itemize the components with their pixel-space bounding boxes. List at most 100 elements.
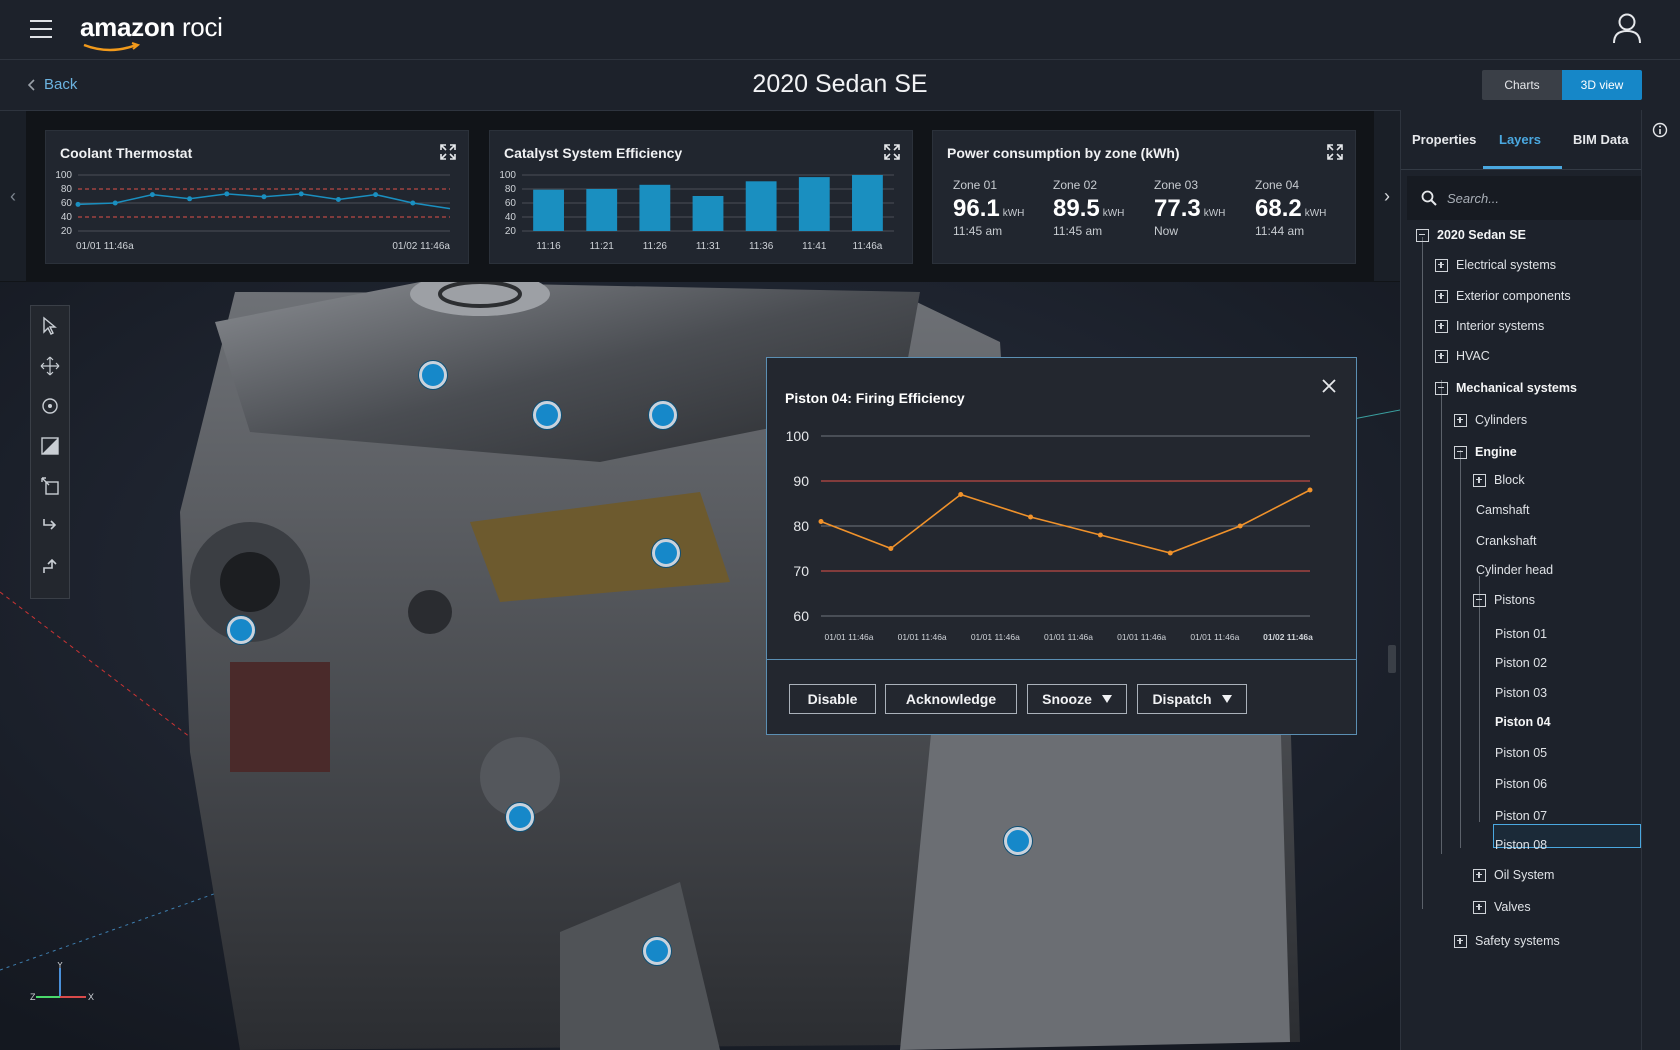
expand-icon[interactable] [440, 144, 456, 160]
tree-node-pistons[interactable]: Pistons [1473, 593, 1535, 607]
hotspot-marker[interactable] [419, 361, 447, 389]
data-point [958, 492, 964, 497]
zone-label: Zone 01 [953, 178, 998, 192]
pan-tool[interactable] [31, 346, 69, 386]
tree-node-exterior[interactable]: Exterior components [1435, 289, 1571, 303]
y-tick-label: 60 [793, 608, 809, 624]
x-tick-label: 11:31 [696, 241, 721, 252]
zone-time: Now [1154, 224, 1179, 238]
info-icon[interactable] [1652, 122, 1668, 138]
tree-label: Safety systems [1475, 934, 1560, 948]
popup-title: Piston 04: Firing Efficiency [785, 390, 965, 406]
tab-layers[interactable]: Layers [1499, 132, 1541, 147]
hotspot-marker[interactable] [643, 937, 671, 965]
hotspot-piston-04[interactable] [652, 539, 680, 567]
layer-search[interactable]: Search... [1407, 176, 1642, 220]
tree-node-mechanical[interactable]: Mechanical systems [1435, 381, 1577, 395]
tree-node-oil-system[interactable]: Oil System [1473, 868, 1554, 882]
tree-node-safety[interactable]: Safety systems [1454, 934, 1560, 948]
tree-label: Piston 07 [1495, 809, 1548, 823]
scale-tool[interactable] [31, 466, 69, 506]
expand-icon[interactable] [1327, 144, 1343, 160]
tree-node-piston-05[interactable]: Piston 05 [1495, 746, 1547, 760]
data-point [187, 196, 193, 202]
bar [852, 175, 883, 231]
tree-label: Piston 03 [1495, 686, 1548, 700]
strip-prev-button[interactable]: ‹ [0, 111, 26, 281]
tree-node-engine[interactable]: Engine [1454, 445, 1517, 459]
view-toggle: Charts 3D view [1482, 70, 1642, 100]
app-logo[interactable]: amazon roci [80, 12, 223, 52]
tree-node-cylinder-head[interactable]: Cylinder head [1476, 563, 1553, 577]
caret-down-icon [1221, 695, 1232, 703]
data-point [112, 200, 118, 206]
zoom-fit-tool[interactable] [31, 426, 69, 466]
hotspot-marker[interactable] [1004, 827, 1032, 855]
hotspot-marker[interactable] [649, 401, 677, 429]
expand-icon [1435, 289, 1448, 303]
collapse-icon [1435, 381, 1448, 395]
step-up-tool[interactable] [31, 546, 69, 586]
tree-label: Block [1494, 473, 1525, 487]
expand-icon [1454, 413, 1467, 427]
tree-node-block[interactable]: Block [1473, 473, 1525, 487]
tree-label: Crankshaft [1476, 534, 1537, 548]
tree-node-crankshaft[interactable]: Crankshaft [1476, 534, 1536, 548]
user-icon[interactable] [1612, 12, 1642, 49]
charts-view-button[interactable]: Charts [1482, 70, 1562, 100]
snooze-dropdown[interactable]: Snooze [1027, 684, 1127, 714]
expand-icon[interactable] [884, 144, 900, 160]
zone-label: Zone 02 [1053, 178, 1098, 192]
expand-icon [1454, 934, 1467, 948]
data-point [224, 191, 230, 197]
strip-next-button[interactable]: › [1374, 111, 1400, 281]
tree-node-piston-04[interactable]: Piston 04 [1495, 715, 1551, 729]
tree-guide [1441, 380, 1442, 854]
zone-value: 68.2 [1255, 195, 1302, 222]
tree-node-interior[interactable]: Interior systems [1435, 319, 1544, 333]
tree-node-cylinders[interactable]: Cylinders [1454, 413, 1527, 427]
expand-icon [1435, 319, 1448, 333]
x-tick-label: 01/01 11:46a [76, 241, 134, 252]
x-tick-label: 01/02 11:46a [1263, 632, 1313, 642]
page-header: Back 2020 Sedan SE Charts 3D view [0, 60, 1680, 110]
tree-label: Engine [1475, 445, 1517, 459]
expand-icon [1473, 900, 1486, 914]
tree-label: Oil System [1494, 868, 1555, 882]
scale-icon [41, 477, 59, 495]
hotspot-marker[interactable] [227, 616, 255, 644]
tree-node-piston-03[interactable]: Piston 03 [1495, 686, 1547, 700]
tree-node-piston-07[interactable]: Piston 07 [1495, 809, 1547, 823]
disable-button[interactable]: Disable [789, 684, 876, 714]
right-rail [1641, 110, 1680, 1050]
step-down-tool[interactable] [31, 506, 69, 546]
tree-node-piston-06[interactable]: Piston 06 [1495, 777, 1547, 791]
hotspot-marker[interactable] [533, 401, 561, 429]
x-tick-label: 11:26 [643, 241, 668, 252]
zone-value: 96.1 [953, 195, 1000, 222]
3d-view-button[interactable]: 3D view [1562, 70, 1642, 100]
tab-bim-data[interactable]: BIM Data [1573, 132, 1629, 147]
tree-node-piston-02[interactable]: Piston 02 [1495, 656, 1547, 670]
x-tick-label: 11:46a [853, 241, 883, 252]
hotspot-marker[interactable] [506, 803, 534, 831]
dispatch-dropdown[interactable]: Dispatch [1137, 684, 1247, 714]
select-tool[interactable] [31, 306, 69, 346]
tree-node-piston-01[interactable]: Piston 01 [1495, 627, 1547, 641]
data-point [298, 191, 304, 197]
close-icon[interactable] [1319, 376, 1339, 396]
panel-resize-handle[interactable] [1388, 645, 1396, 673]
tree-node-piston-08[interactable]: Piston 08 [1495, 838, 1547, 852]
tree-node-electrical[interactable]: Electrical systems [1435, 258, 1556, 272]
acknowledge-button[interactable]: Acknowledge [885, 684, 1017, 714]
tree-node-root[interactable]: 2020 Sedan SE [1416, 228, 1526, 242]
tab-properties[interactable]: Properties [1412, 132, 1476, 147]
orbit-tool[interactable] [31, 386, 69, 426]
popup-actions: Disable Acknowledge Snooze Dispatch [767, 659, 1356, 734]
tree-node-valves[interactable]: Valves [1473, 900, 1531, 914]
piston-chart: 100 90 80 70 60 01/01 11:46a 01/01 11:46a 01/01… [786, 428, 1313, 642]
tree-node-camshaft[interactable]: Camshaft [1476, 503, 1530, 517]
tree-node-hvac[interactable]: HVAC [1435, 349, 1490, 363]
panel-tabs: Properties Layers BIM Data [1401, 110, 1642, 170]
menu-icon[interactable] [30, 20, 52, 38]
